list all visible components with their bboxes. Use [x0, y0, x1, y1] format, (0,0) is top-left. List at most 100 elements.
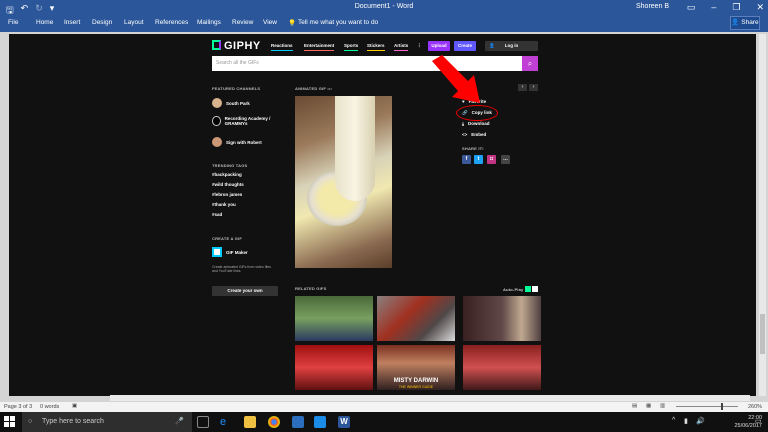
- file-explorer-icon[interactable]: [244, 416, 256, 428]
- download-icon: ⤓: [462, 121, 464, 126]
- web-layout-icon[interactable]: ▥: [660, 403, 665, 409]
- avatar: [212, 137, 222, 147]
- channel-grammys[interactable]: Recording Academy / GRAMMYs: [212, 116, 282, 126]
- tab-references[interactable]: References: [155, 19, 188, 26]
- animated-gif-label: ANIMATED GIF •••: [295, 86, 333, 91]
- user-name[interactable]: Shoreen B: [636, 3, 669, 10]
- zoom-level[interactable]: 260%: [748, 404, 762, 410]
- avatar: [212, 116, 221, 126]
- tab-view[interactable]: View: [263, 19, 277, 26]
- channel-sign-with-robert[interactable]: Sign with Robert: [212, 137, 262, 147]
- chrome-icon[interactable]: [268, 416, 280, 428]
- minimize-icon[interactable]: –: [711, 2, 716, 13]
- ribbon-display-icon[interactable]: ▭: [687, 2, 696, 13]
- giphy-logo[interactable]: GIPHY: [212, 40, 261, 52]
- prev-arrow-icon[interactable]: ‹: [518, 84, 527, 91]
- download-action[interactable]: ⤓ Download: [462, 121, 490, 126]
- create-your-own-button[interactable]: Create your own: [212, 286, 278, 296]
- zoom-slider[interactable]: [676, 406, 738, 407]
- tab-home[interactable]: Home: [36, 19, 53, 26]
- related-gif-thumb[interactable]: [295, 296, 373, 341]
- avatar: [212, 98, 222, 108]
- chevron-up-icon[interactable]: ^: [672, 417, 675, 424]
- gif-maker-link[interactable]: GIF Maker: [212, 247, 248, 257]
- embed-action[interactable]: <> Embed: [462, 132, 486, 137]
- tab-design[interactable]: Design: [92, 19, 112, 26]
- facebook-icon[interactable]: f: [462, 155, 471, 164]
- related-gif-thumb[interactable]: [463, 345, 541, 390]
- read-mode-icon[interactable]: ▤: [632, 403, 637, 409]
- main-gif[interactable]: [295, 96, 392, 268]
- cortana-icon: ○: [28, 418, 33, 425]
- tag-sad[interactable]: #sad: [212, 212, 222, 217]
- next-arrow-icon[interactable]: ›: [529, 84, 538, 91]
- page-count[interactable]: Page 3 of 3: [4, 404, 32, 410]
- share-button[interactable]: 👤 Share: [730, 16, 760, 30]
- task-view-icon[interactable]: [197, 416, 209, 428]
- nav-stickers[interactable]: Stickers: [367, 43, 385, 51]
- zoom-slider-thumb[interactable]: [721, 403, 723, 410]
- tag-backpacking[interactable]: #backpacking: [212, 172, 242, 177]
- channel-south-park[interactable]: South Park: [212, 98, 250, 108]
- more-share-icon[interactable]: …: [501, 155, 510, 164]
- instagram-icon[interactable]: ◘: [487, 155, 496, 164]
- related-gif-thumb[interactable]: [295, 345, 373, 390]
- tab-insert[interactable]: Insert: [64, 19, 80, 26]
- close-icon[interactable]: ✕: [756, 2, 764, 13]
- nav-sports[interactable]: Sports: [344, 43, 359, 51]
- giphy-page-image: GIPHY Reactions Entertainment Sports Sti…: [212, 40, 542, 390]
- tab-file[interactable]: File: [8, 19, 18, 26]
- tag-thank-you[interactable]: #thank you: [212, 202, 236, 207]
- tag-lebron-james[interactable]: #lebron james: [212, 192, 242, 197]
- word-count[interactable]: 0 words: [40, 404, 59, 410]
- nav-artists[interactable]: Artists: [394, 43, 409, 51]
- network-icon[interactable]: ▮: [684, 417, 688, 425]
- login-button[interactable]: 👤 Log in: [485, 41, 538, 51]
- nav-entertainment[interactable]: Entertainment: [304, 43, 335, 51]
- upload-button[interactable]: Upload: [428, 41, 450, 51]
- related-gif-thumb[interactable]: MISTY DARWIN THE WINNER GUIDE: [377, 345, 455, 390]
- windows-start-icon[interactable]: [4, 416, 16, 428]
- autoplay-off-icon: [532, 286, 539, 292]
- photos-icon[interactable]: [314, 416, 326, 428]
- red-arrow-annotation: [432, 55, 480, 103]
- nav-more-icon[interactable]: ⋮: [417, 43, 422, 49]
- featured-channels-heading: FEATURED CHANNELS: [212, 86, 261, 91]
- store-icon[interactable]: [292, 416, 304, 428]
- search-icon[interactable]: ⌕: [522, 56, 538, 71]
- taskbar-search-input[interactable]: ○ Type here to search 🎤: [22, 412, 192, 432]
- horizontal-scrollbar[interactable]: [110, 395, 750, 401]
- ribbon-tabs: File Home Insert Design Layout Reference…: [0, 17, 768, 32]
- tell-me-box[interactable]: Tell me what you want to do: [298, 19, 378, 26]
- window-controls: ▭ – ❐ ✕: [687, 2, 764, 13]
- tab-mailings[interactable]: Mailings: [197, 19, 221, 26]
- create-button[interactable]: Create: [454, 41, 476, 51]
- twitter-icon[interactable]: t: [474, 155, 483, 164]
- tab-layout[interactable]: Layout: [124, 19, 144, 26]
- notifications-icon[interactable]: ▭: [755, 417, 762, 425]
- nav-reactions[interactable]: Reactions: [271, 43, 293, 51]
- trending-tags-heading: TRENDING TAGS: [212, 163, 248, 168]
- thumb-caption-title: MISTY DARWIN: [393, 378, 439, 384]
- proofing-icon[interactable]: ▣: [72, 403, 77, 409]
- tag-wild-thoughts[interactable]: #wild thoughts: [212, 182, 244, 187]
- pouring-shape: [335, 96, 375, 201]
- status-bar: Page 3 of 3 0 words ▣ ▤ ▦ ▥ 260%: [0, 402, 768, 412]
- autoplay-toggle[interactable]: Auto-Play: [503, 286, 539, 292]
- print-layout-icon[interactable]: ▦: [646, 403, 651, 409]
- user-icon: 👤: [489, 43, 495, 48]
- volume-icon[interactable]: 🔊: [696, 417, 705, 425]
- word-icon[interactable]: W: [338, 416, 350, 428]
- edge-icon[interactable]: e: [220, 416, 232, 428]
- thumb-caption-subtitle: THE WINNER GUIDE: [398, 385, 434, 389]
- restore-icon[interactable]: ❐: [732, 2, 740, 13]
- microphone-icon[interactable]: 🎤: [175, 412, 184, 432]
- share-it-heading: SHARE IT!: [462, 146, 484, 151]
- related-gif-thumb[interactable]: [377, 296, 455, 341]
- tab-review[interactable]: Review: [232, 19, 253, 26]
- more-options-icon[interactable]: •••: [327, 86, 332, 91]
- related-gif-thumb[interactable]: [463, 296, 541, 341]
- lightbulb-icon: 💡: [288, 20, 297, 27]
- vertical-scrollbar[interactable]: [759, 34, 766, 396]
- scroll-thumb[interactable]: [760, 314, 765, 354]
